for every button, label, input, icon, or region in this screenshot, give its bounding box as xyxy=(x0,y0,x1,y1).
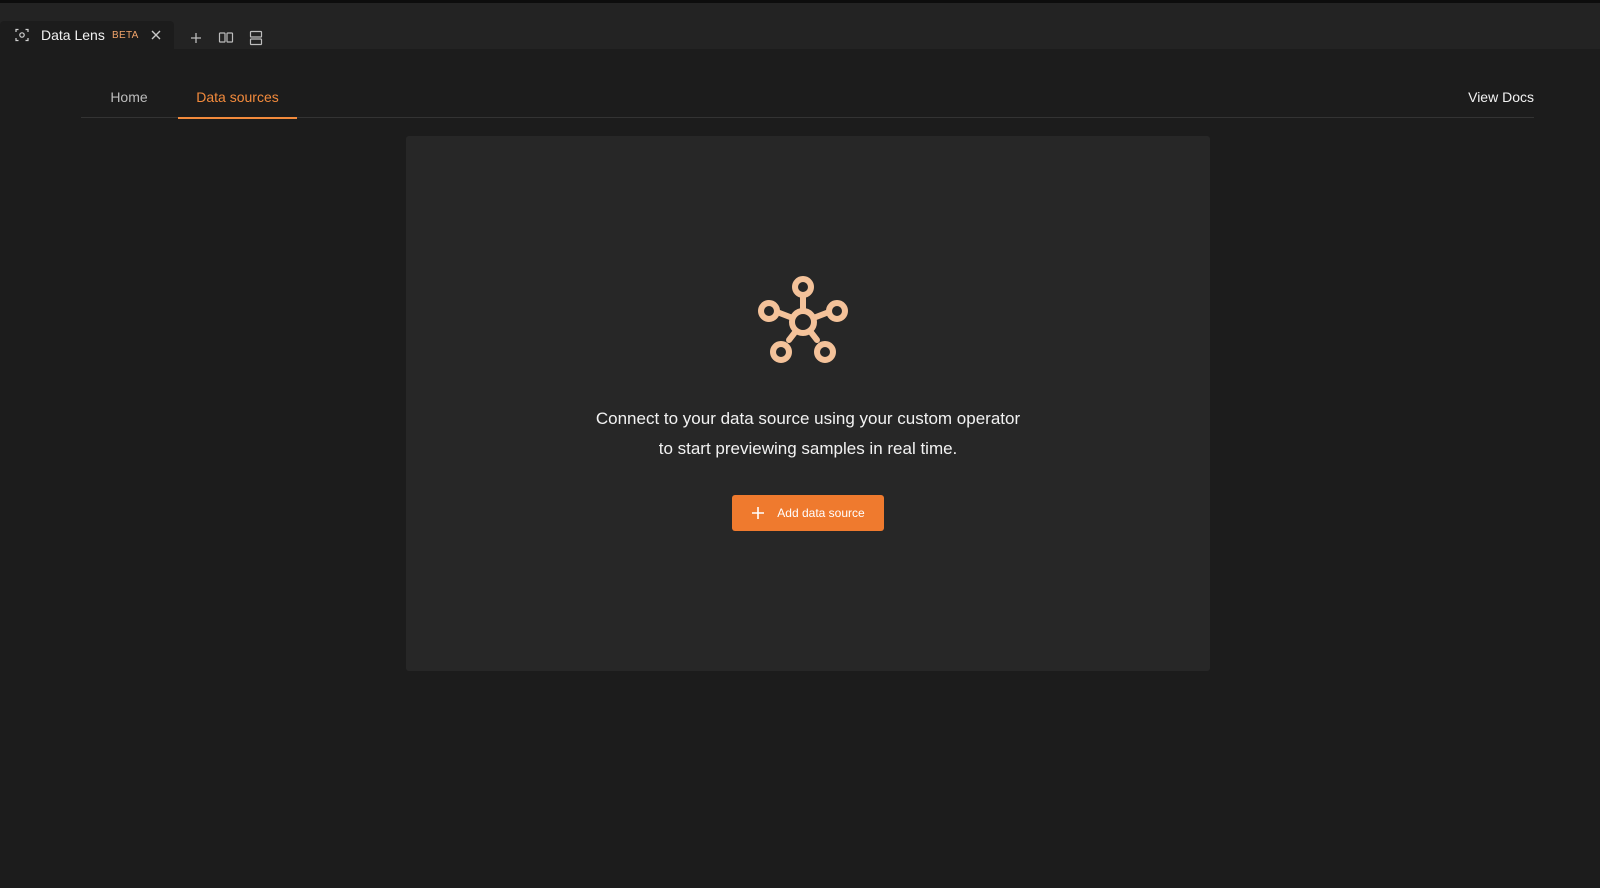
view-docs-link[interactable]: View Docs xyxy=(1468,75,1534,118)
split-horizontal-icon[interactable] xyxy=(248,30,264,46)
add-data-source-label: Add data source xyxy=(777,506,865,520)
empty-state-card: Connect to your data source using your c… xyxy=(406,136,1210,671)
data-hub-icon xyxy=(758,276,848,363)
tab-title: Data Lens xyxy=(41,27,105,43)
section-nav: Home Data sources View Docs xyxy=(81,75,1534,119)
plus-icon[interactable] xyxy=(188,30,204,46)
tab-bar: Data Lens BETA xyxy=(0,3,1600,49)
empty-state-message: Connect to your data source using your c… xyxy=(406,404,1210,464)
message-line-2: to start previewing samples in real time… xyxy=(658,439,958,458)
beta-badge: BETA xyxy=(112,30,139,41)
target-scan-icon xyxy=(15,28,29,42)
tab-home[interactable]: Home xyxy=(97,75,161,118)
close-icon[interactable] xyxy=(149,28,163,42)
tab-data-lens[interactable]: Data Lens BETA xyxy=(0,21,174,49)
tab-home-label: Home xyxy=(110,88,148,105)
tab-data-sources[interactable]: Data sources xyxy=(178,75,297,119)
active-tab-indicator xyxy=(178,117,297,119)
split-vertical-icon[interactable] xyxy=(218,30,234,46)
message-line-1: Connect to your data source using your c… xyxy=(595,409,1021,428)
plus-icon xyxy=(752,507,765,519)
add-data-source-button[interactable]: Add data source xyxy=(732,495,884,531)
tab-data-sources-label: Data sources xyxy=(196,88,279,105)
